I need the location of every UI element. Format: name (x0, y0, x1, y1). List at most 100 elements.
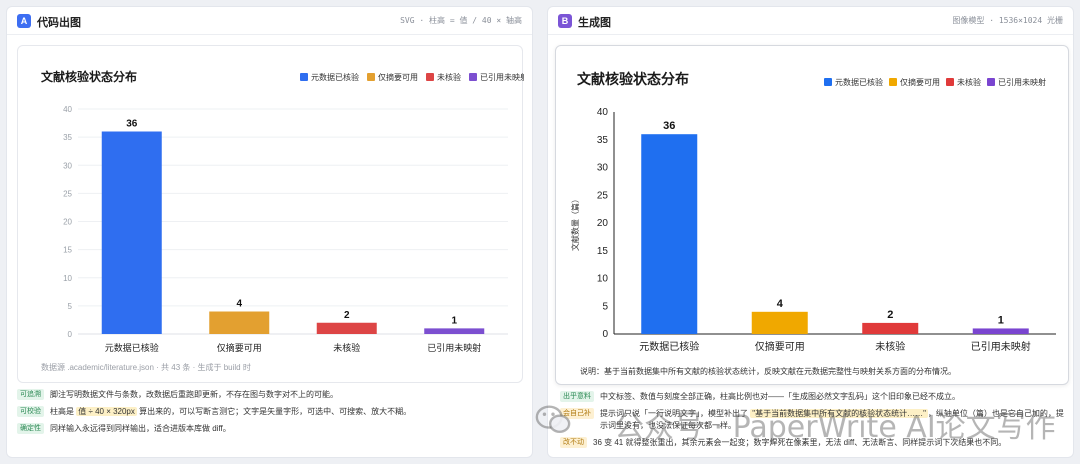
y-tick-label: 10 (597, 274, 609, 285)
y-tick-label: 15 (63, 246, 72, 255)
y-tick-label: 15 (597, 246, 609, 257)
note-highlight: 值 ÷ 40 × 320px (76, 407, 137, 416)
chart-title: 文献核验状态分布 (577, 71, 689, 87)
y-tick-label: 25 (63, 189, 72, 198)
note-item: 可追溯 脚注写明数据文件与条数，改数据后重跑即更新，不存在图与数字对不上的可能。 (17, 389, 525, 401)
y-tick-label: 0 (602, 329, 608, 340)
y-tick-label: 25 (597, 190, 609, 201)
bar-chart: 文献核验状态分布 元数据已核验 仅摘要可用 未核验 已引用未映射051015202530… (41, 69, 524, 353)
y-tick-label: 40 (63, 105, 72, 114)
y-tick-label: 20 (597, 218, 609, 229)
x-tick-label: 元数据已核验 (639, 340, 699, 353)
panel-meta: 图像模型 · 1536×1024 光栅 (952, 16, 1063, 25)
note-tag: 改不动 (560, 437, 587, 448)
note-tag: 可校验 (17, 406, 44, 417)
bar-value-label: 2 (344, 310, 350, 321)
legend-label: 未核验 (437, 72, 461, 82)
note-text-pre: 柱高是 (50, 407, 77, 416)
bar-value-label: 1 (451, 315, 457, 326)
legend-label: 未核验 (957, 77, 981, 87)
x-tick-label: 仅摘要可用 (217, 342, 262, 353)
note-tag: 会自己补 (560, 408, 594, 419)
legend-label: 已引用未映射 (998, 77, 1046, 87)
note-tag: 确定性 (17, 423, 44, 434)
note-item: 可校验 柱高是 值 ÷ 40 × 320px 算出来的，可以写断言测它；文字是矢… (17, 406, 525, 418)
legend-label: 仅摘要可用 (900, 77, 940, 87)
note-item: 确定性 同样输入永远得到同样输出，适合进版本库做 diff。 (17, 423, 525, 435)
bar (641, 134, 698, 334)
legend-swatch (946, 78, 954, 86)
chart-caption: 说明：基于当前数据集中所有文献的核验状态统计，反映文献在元数据完整性与映射关系方… (580, 367, 956, 376)
legend-swatch (987, 78, 995, 86)
note-tag: 出乎意料 (560, 391, 594, 402)
note-text: 中文标签、数值与刻度全部正确，柱高比例也对——「生成图必然文字乱码」这个旧印象已… (600, 392, 960, 401)
bar-value-label: 36 (126, 119, 138, 130)
panel-header: B 生成图 图像模型 · 1536×1024 光栅 (548, 7, 1073, 35)
bar (862, 322, 919, 334)
panel-generated-image: B 生成图 图像模型 · 1536×1024 光栅 文献核验状态分布 元数据已核验… (547, 6, 1074, 458)
legend-swatch (367, 73, 375, 81)
chart-card: 文献核验状态分布 元数据已核验 仅摘要可用 未核验 已引用未映射 0 5 10 15 20 25 30… (17, 45, 524, 383)
note-highlight: "基于当前数据集中所有文献的核验状态统计……" (750, 409, 928, 418)
bar-value-label: 2 (887, 309, 893, 321)
y-tick-label: 35 (63, 133, 72, 142)
y-tick-label: 5 (602, 301, 608, 312)
note-text: 脚注写明数据文件与条数，改数据后重跑即更新，不存在图与数字对不上的可能。 (50, 390, 338, 399)
note-tag: 可追溯 (17, 389, 44, 400)
notes-list: 可追溯 脚注写明数据文件与条数，改数据后重跑即更新，不存在图与数字对不上的可能。… (17, 389, 525, 440)
legend-label: 已引用未映射 (480, 72, 524, 82)
x-tick-label: 未核验 (333, 342, 360, 353)
bar (972, 328, 1029, 334)
y-tick-label: 5 (68, 302, 73, 311)
note-item: 会自己补 提示词只说「一行说明文字」，模型补出了 "基于当前数据集中所有文献的核… (560, 408, 1065, 432)
note-text-post: 算出来的，可以写断言测它；文字是矢量字形，可选中、可搜索、放大不糊。 (136, 407, 412, 416)
y-tick-label: 10 (63, 274, 72, 283)
panel-meta: SVG · 柱高 = 值 / 40 × 轴高 (400, 16, 522, 25)
y-tick-label: 30 (597, 163, 609, 174)
x-tick-label: 已引用未映射 (427, 342, 481, 353)
panel-title: 代码出图 (37, 17, 81, 29)
legend-swatch (469, 73, 477, 81)
chart-footnote: 数据源 .academic/literature.json · 共 43 条 ·… (41, 363, 251, 372)
bar (751, 311, 808, 334)
note-text: 36 变 41 就得整张重出，其余元素会一起变；数字焊死在像素里，无法 diff… (593, 438, 1007, 447)
note-item: 出乎意料 中文标签、数值与刻度全部正确，柱高比例也对——「生成图必然文字乱码」这… (560, 391, 1065, 403)
bar (209, 311, 270, 334)
x-tick-label: 仅摘要可用 (755, 340, 805, 353)
note-text-pre: 提示词只说「一行说明文字」，模型补出了 (600, 409, 751, 418)
legend-swatch (824, 78, 832, 86)
legend-label: 元数据已核验 (835, 77, 883, 87)
bar-chart: 文献核验状态分布 元数据已核验 仅摘要可用 未核验 已引用未映射051015202530… (570, 71, 1056, 353)
bar (316, 322, 377, 334)
x-tick-label: 已引用未映射 (971, 341, 1031, 353)
bar (101, 131, 162, 334)
panel-badge: B (558, 14, 572, 28)
y-tick-label: 35 (597, 135, 609, 146)
bar-value-label: 4 (236, 299, 242, 310)
note-text: 提示词只说「一行说明文字」，模型补出了 "基于当前数据集中所有文献的核验状态统计… (600, 408, 1065, 432)
chart-title: 文献核验状态分布 (41, 69, 137, 84)
y-axis-label: 文献数量（篇） (570, 195, 580, 251)
bar-value-label: 36 (663, 120, 675, 132)
panel-header: A 代码出图 SVG · 柱高 = 值 / 40 × 轴高 (7, 7, 532, 35)
x-tick-label: 未核验 (875, 340, 905, 353)
chart-card: 文献核验状态分布 元数据已核验 仅摘要可用 未核验 已引用未映射 0 5 10 15 20 25 30… (555, 45, 1069, 385)
note-text: 柱高是 值 ÷ 40 × 320px 算出来的，可以写断言测它；文字是矢量字形，… (50, 406, 525, 418)
legend-label: 元数据已核验 (311, 72, 359, 82)
panel-code-chart: A 代码出图 SVG · 柱高 = 值 / 40 × 轴高 文献核验状态分布元数… (6, 6, 533, 458)
x-tick-label: 元数据已核验 (105, 342, 159, 353)
notes-list: 出乎意料 中文标签、数值与刻度全部正确，柱高比例也对——「生成图必然文字乱码」这… (560, 391, 1065, 454)
y-tick-label: 40 (597, 107, 609, 118)
bar-value-label: 4 (777, 298, 784, 310)
legend-swatch (889, 78, 897, 86)
legend-swatch (426, 73, 434, 81)
legend-label: 仅摘要可用 (378, 72, 418, 82)
bar (424, 328, 485, 334)
legend-swatch (300, 73, 308, 81)
panel-title: 生成图 (578, 17, 611, 29)
panel-badge: A (17, 14, 31, 28)
y-tick-label: 20 (63, 218, 72, 227)
note-item: 改不动 36 变 41 就得整张重出，其余元素会一起变；数字焊死在像素里，无法 … (560, 437, 1065, 449)
y-tick-label: 30 (63, 161, 72, 170)
bar-value-label: 1 (998, 314, 1004, 326)
